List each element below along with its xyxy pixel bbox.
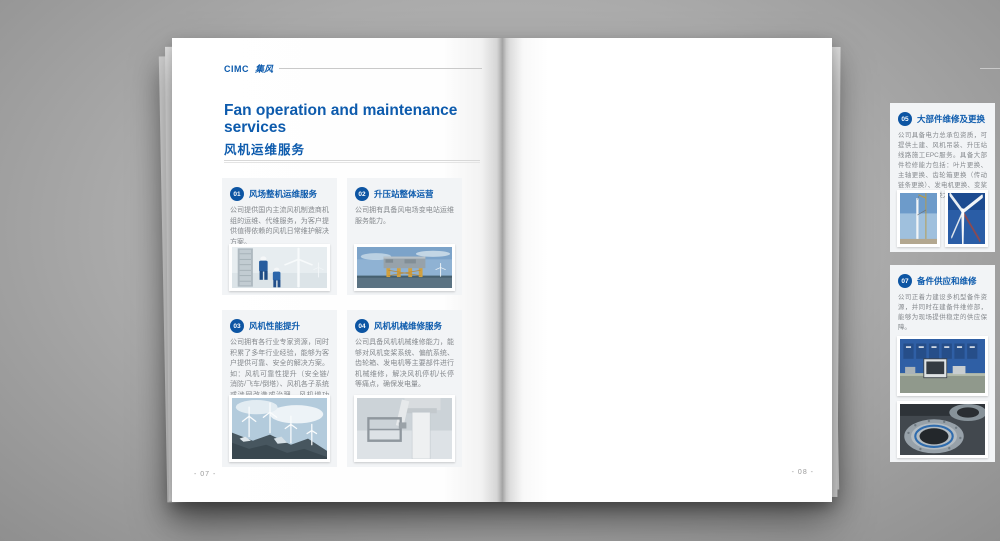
card-header: 07 备件供应和维修 — [890, 265, 995, 293]
open-book: CIMC 集风 Fan operation and maintenance se… — [172, 38, 1000, 502]
cimc-logo: CIMC — [224, 63, 249, 74]
photo-spare-parts-test-bench — [897, 336, 988, 396]
card-title: 升压站整体运营 — [374, 189, 434, 199]
page-number-right: - 08 - — [791, 469, 814, 476]
card-body-text: 公司提供国内主流风机制造商机组的运维、代维服务，为客户提供值得依赖的风机日常维护… — [230, 207, 329, 246]
number-badge: 05 — [898, 112, 912, 126]
service-card-01: 01 风场整机运维服务 公司提供国内主流风机制造商机组的运维、代维服务，为客户提… — [222, 178, 337, 295]
number-badge: 01 — [230, 187, 244, 201]
number-badge: 04 — [355, 319, 369, 333]
number-badge: 03 — [230, 319, 244, 333]
page-right: 集风新能源科技(广东)有限公司 05 大部件维修及更换 公司具备电力总承包资质，… — [502, 38, 1000, 502]
card-header: 04 风机机械维修服务 — [347, 310, 462, 338]
photo-nacelle-maintenance-closeup — [354, 395, 455, 462]
service-card-05: 05 大部件维修及更换 公司具备电力总承包资质，可提供土建、风机吊装、升压站线路… — [890, 103, 995, 252]
photo-mountain-wind-farm — [229, 395, 330, 462]
service-card-02: 02 升压站整体运营 公司拥有具备风电场变电站运维服务能力。 — [347, 178, 462, 295]
card-header: 02 升压站整体运营 — [347, 178, 462, 206]
page-number-left: - 07 - — [194, 471, 217, 478]
card-title: 备件供应和维修 — [917, 276, 977, 286]
card-title: 风场整机运维服务 — [249, 189, 318, 199]
number-badge: 02 — [355, 187, 369, 201]
page-left: CIMC 集风 Fan operation and maintenance se… — [172, 38, 502, 502]
title-underline-rule — [224, 160, 480, 163]
header-divider-line — [980, 67, 1000, 69]
card-body-text: 公司具备风机机械维修能力，能够对风机变桨系统、偏航系统、齿轮箱、发电机等主要部件… — [355, 339, 454, 388]
card-title: 风机机械维修服务 — [374, 321, 443, 331]
card-body-text: 公司拥有具备风电场变电站运维服务能力。 — [355, 207, 454, 225]
header-row: 集风新能源科技(广东)有限公司 — [980, 63, 1000, 73]
header-row: CIMC 集风 — [224, 62, 482, 75]
photo-stack — [897, 336, 988, 458]
photo-workers-climbing-wind-turbine — [229, 244, 330, 291]
photo-turbine-hub-and-blades — [945, 190, 988, 247]
cimc-logo-chinese: 集风 — [255, 64, 274, 74]
number-badge: 07 — [898, 274, 912, 288]
service-card-04: 04 风机机械维修服务 公司具备风机机械维修能力，能够对风机变桨系统、偏航系统、… — [347, 310, 462, 467]
card-title: 大部件维修及更换 — [917, 114, 986, 124]
photo-pair — [897, 190, 988, 247]
service-card-03: 03 风机性能提升 公司拥有各行业专家资源，同时积累了多年行业经验，能够为客户提… — [222, 310, 337, 467]
card-header: 03 风机性能提升 — [222, 310, 337, 338]
card-header: 05 大部件维修及更换 — [890, 103, 995, 131]
photo-metal-flange-rings — [897, 401, 988, 458]
header-divider-line — [279, 68, 482, 69]
card-header: 01 风场整机运维服务 — [222, 178, 337, 206]
photo-turbine-tower-with-crane — [897, 190, 940, 247]
photo-offshore-substation-platform — [354, 244, 455, 291]
card-body-text: 公司正着力建设多机型备件资源，并同时在建备件维修部，能够为现场提供稳定的供应保障… — [898, 294, 987, 331]
page-title-english: Fan operation and maintenance services — [224, 102, 458, 137]
brochure-spread: CIMC 集风 Fan operation and maintenance se… — [158, 38, 1000, 503]
page-title-chinese: 风机运维服务 — [224, 143, 306, 157]
card-title: 风机性能提升 — [249, 321, 301, 331]
service-card-07: 07 备件供应和维修 公司正着力建设多机型备件资源，并同时在建备件维修部，能够为… — [890, 265, 995, 462]
